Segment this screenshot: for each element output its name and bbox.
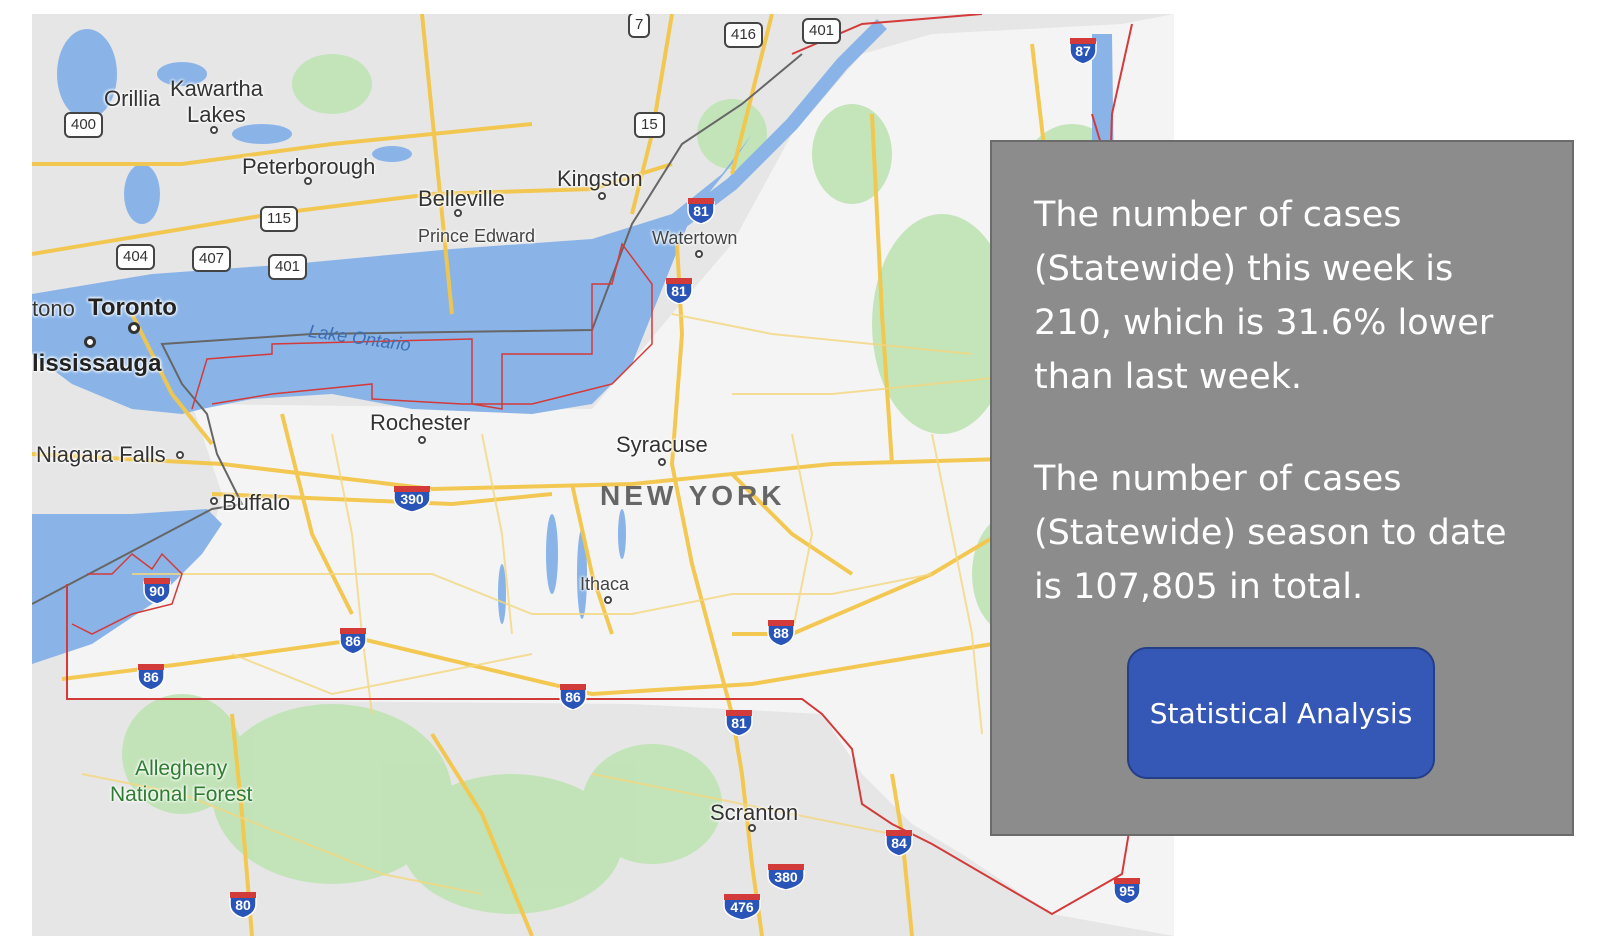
label-allegheny: Allegheny National Forest (110, 756, 252, 808)
interstate-86-shield: 86 (338, 626, 368, 654)
city-dot (128, 322, 140, 334)
route-15-sign: 15 (634, 112, 665, 138)
city-dot (84, 336, 96, 348)
interstate-87-shield: 87 (1068, 36, 1098, 64)
route-407-sign: 407 (192, 246, 232, 272)
city-dot (304, 177, 312, 185)
label-watertown: Watertown (652, 228, 738, 248)
route-401-sign: 401 (802, 18, 842, 44)
label-rochester: Rochester (370, 410, 471, 435)
label-mississauga: lississauga (32, 350, 162, 377)
city-dot (176, 451, 184, 459)
interstate-81-shield: 81 (686, 196, 716, 224)
interstate-90-shield: 90 (142, 576, 172, 604)
label-prince-edward: Prince Edward (418, 226, 536, 246)
interstate-88-shield: 88 (766, 618, 796, 646)
interstate-476-shield: 476 (722, 892, 762, 920)
interstate-390-shield: 390 (392, 484, 432, 512)
interstate-95-shield: 95 (1112, 876, 1142, 904)
park-line-2: National Forest (110, 783, 253, 806)
label-new-york: NEW YORK (600, 480, 786, 511)
city-dot (454, 209, 462, 217)
city-dot (598, 192, 606, 200)
label-toronto-left: tono (32, 296, 75, 321)
city-dot (604, 596, 612, 604)
city-dot (695, 250, 703, 258)
label-belleville: Belleville (418, 186, 505, 211)
route-7-sign: 7 (628, 14, 651, 38)
route-115-sign: 115 (260, 206, 298, 232)
label-orillia: Orillia (104, 86, 161, 111)
label-ithaca: Ithaca (580, 574, 630, 594)
interstate-81-shield: 81 (664, 276, 694, 304)
interstate-86-shield: 86 (136, 662, 166, 690)
label-kawartha: Kawartha (170, 76, 263, 101)
season-cases-text: The number of cases (Statewide) season t… (1034, 459, 1507, 607)
route-404-sign: 404 (116, 244, 156, 270)
interstate-86-shield: 86 (558, 682, 588, 710)
city-dot (658, 458, 666, 466)
label-scranton: Scranton (710, 800, 799, 825)
interstate-380-shield: 380 (766, 862, 806, 890)
interstate-80-shield: 80 (228, 890, 258, 918)
city-dot (210, 126, 218, 134)
label-syracuse: Syracuse (616, 432, 708, 457)
weekly-cases-text: The number of cases (Statewide) this wee… (1034, 195, 1494, 397)
park-line-1: Allegheny (135, 757, 228, 780)
route-401b-sign: 401 (268, 254, 308, 280)
interstate-84-shield: 84 (884, 828, 914, 856)
city-dot (748, 824, 756, 832)
statistical-analysis-button[interactable]: Statistical Analysis (1127, 647, 1435, 779)
city-dot (418, 436, 426, 444)
case-summary-panel: The number of cases (Statewide) this wee… (990, 140, 1574, 836)
city-dot (210, 497, 218, 505)
label-kawartha-lakes: Lakes (187, 102, 246, 127)
label-niagara-falls: Niagara Falls (36, 442, 166, 467)
route-400-sign: 400 (64, 112, 104, 138)
label-toronto: Toronto (88, 294, 177, 321)
label-kingston: Kingston (557, 166, 643, 191)
route-416-sign: 416 (724, 22, 764, 48)
interstate-81-shield: 81 (724, 708, 754, 736)
label-buffalo: Buffalo (222, 490, 291, 515)
